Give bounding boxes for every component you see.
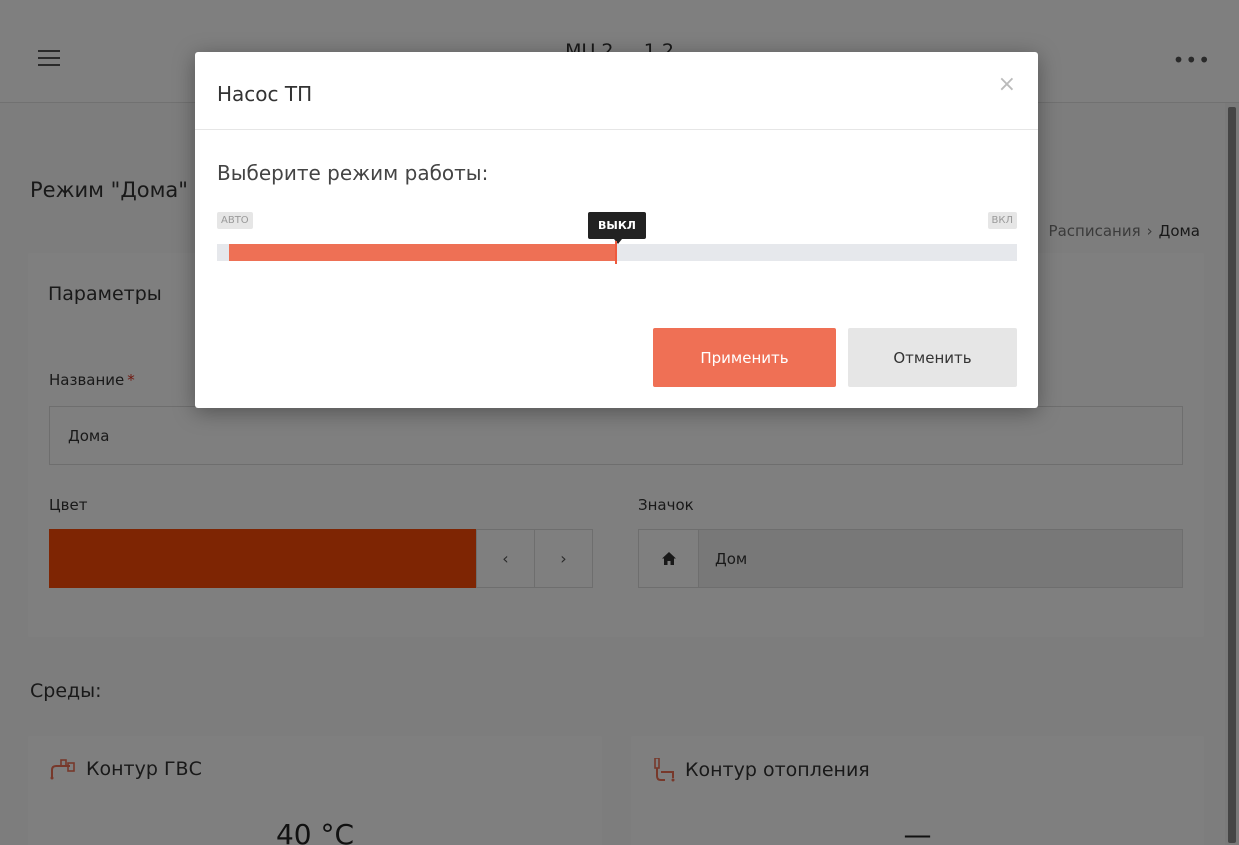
close-icon[interactable]: × bbox=[998, 74, 1016, 96]
slider-value-tooltip: ВЫКЛ bbox=[588, 212, 646, 244]
slider-track[interactable] bbox=[217, 241, 1017, 264]
dialog-title: Насос ТП bbox=[217, 82, 313, 106]
slider-max-label: ВКЛ bbox=[987, 212, 1017, 229]
apply-button[interactable]: Применить bbox=[653, 328, 836, 387]
dialog-header: Насос ТП × bbox=[195, 52, 1038, 130]
mode-slider[interactable]: АВТО ВЫКЛ ВКЛ bbox=[217, 212, 1017, 270]
pump-mode-dialog: Насос ТП × Выберите режим работы: АВТО В… bbox=[195, 52, 1038, 408]
slider-fill bbox=[229, 244, 617, 261]
mode-prompt: Выберите режим работы: bbox=[217, 161, 489, 185]
slider-handle[interactable] bbox=[615, 241, 617, 264]
cancel-button[interactable]: Отменить bbox=[848, 328, 1017, 387]
slider-min-label: АВТО bbox=[217, 212, 253, 229]
